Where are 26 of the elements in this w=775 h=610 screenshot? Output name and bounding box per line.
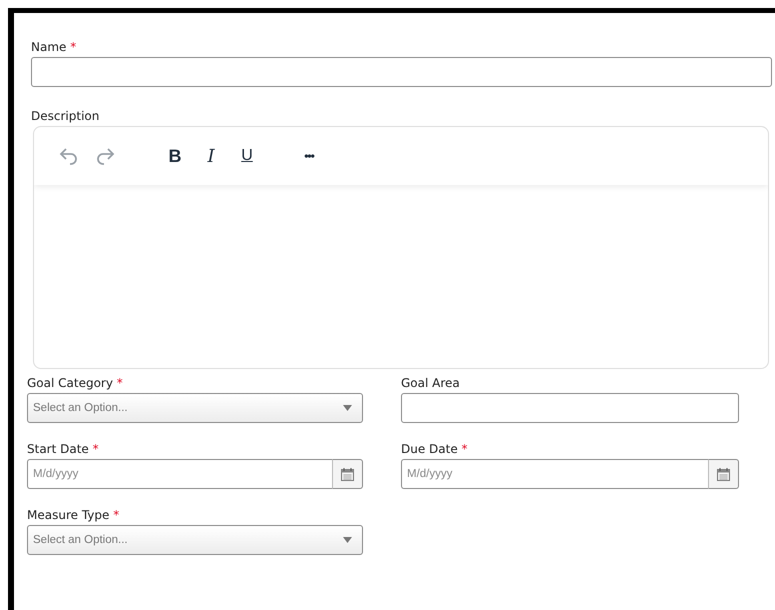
field-label: Start Date * — [27, 442, 100, 457]
field-label: Due Date * — [401, 442, 469, 457]
field-label: Goal Area — [401, 376, 461, 391]
calendar-icon — [717, 468, 730, 480]
select-dropdown[interactable]: Select an Option... — [27, 393, 363, 423]
date-field[interactable]: M/d/yyyy — [27, 459, 332, 489]
caret-icon — [343, 537, 352, 543]
calendar-button[interactable] — [708, 459, 739, 489]
select-dropdown[interactable]: Select an Option... — [27, 525, 363, 555]
underline-button[interactable]: U — [232, 141, 262, 171]
field-label: Measure Type * — [27, 508, 120, 523]
more-button[interactable]: ••• — [294, 141, 324, 171]
text-field[interactable] — [31, 57, 772, 87]
field-label: Description — [31, 109, 100, 124]
text-field[interactable] — [401, 393, 739, 423]
date-field[interactable]: M/d/yyyy — [401, 459, 708, 489]
calendar-icon — [341, 468, 354, 480]
italic-button[interactable]: I — [196, 141, 226, 171]
caret-icon — [343, 405, 352, 411]
calendar-button[interactable] — [332, 459, 363, 489]
field-label: Name * — [31, 40, 78, 55]
field-label: Goal Category * — [27, 376, 124, 391]
redo-icon — [95, 147, 115, 165]
bold-button[interactable]: B — [160, 141, 190, 171]
rich-text-editor[interactable]: B I U ••• — [33, 126, 769, 369]
undo-icon — [59, 147, 79, 165]
